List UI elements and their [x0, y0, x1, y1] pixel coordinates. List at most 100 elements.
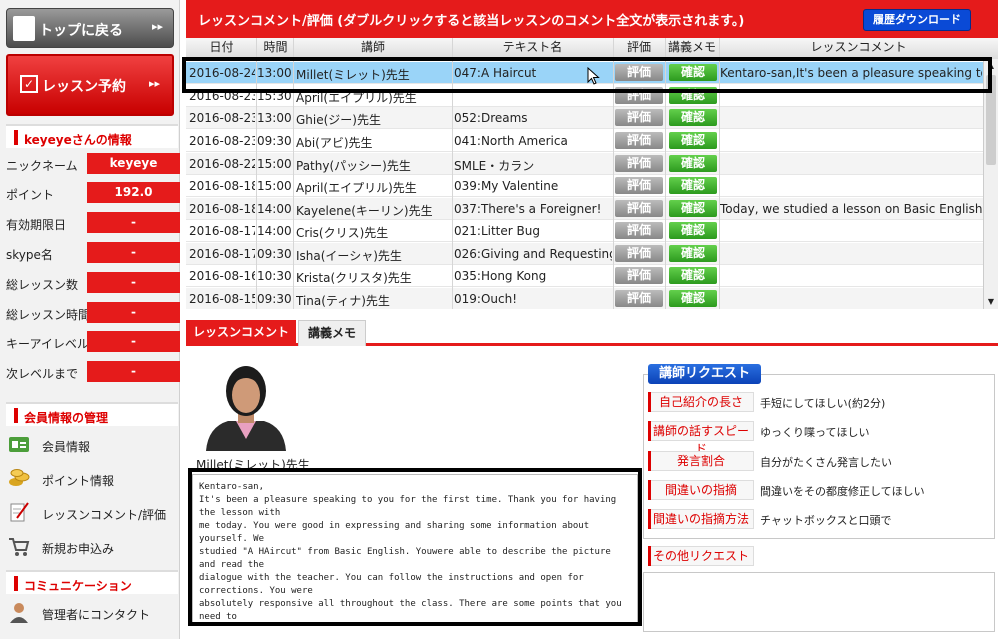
info-value: - — [87, 212, 180, 233]
info-row-expiry: 有効期限日 - — [6, 212, 180, 234]
lesson-reservation-button[interactable]: ✓ レッスン予約 ▸▸ — [6, 54, 174, 116]
nav-contact-admin[interactable]: 管理者にコンタクト — [6, 598, 178, 628]
tab-lecture-memo[interactable]: 講義メモ — [298, 320, 366, 346]
other-request-panel — [643, 572, 995, 632]
evaluate-button[interactable]: 評価 — [615, 267, 663, 284]
row-text: 019:Ouch! — [454, 292, 518, 306]
evaluate-button[interactable]: 評価 — [615, 290, 663, 307]
confirm-button[interactable]: 確認 — [669, 155, 717, 172]
scrollbar-thumb[interactable] — [986, 75, 996, 165]
confirm-button[interactable]: 確認 — [669, 245, 717, 262]
table-row[interactable]: 2016-08-17 09:30 Isha(イーシャ)先生 026:Giving an… — [186, 243, 983, 265]
row-time: 15:30 — [257, 89, 292, 103]
coins-icon — [9, 469, 30, 486]
confirm-button[interactable]: 確認 — [669, 222, 717, 239]
column-header-time[interactable]: 時間 — [257, 38, 294, 59]
column-header-teacher[interactable]: 講師 — [294, 38, 452, 59]
confirm-button[interactable]: 確認 — [669, 132, 717, 149]
row-date: 2016-08-23 — [189, 111, 255, 125]
request-value: ゆっくり喋ってほしい — [760, 426, 870, 439]
tab-lesson-comment[interactable]: レッスンコメント — [186, 320, 296, 346]
comment-tabs: レッスンコメント 講義メモ — [186, 320, 998, 346]
info-key: 次レベルまで — [6, 367, 79, 381]
nav-lesson-comment[interactable]: レッスンコメント/評価 — [6, 498, 178, 528]
confirm-button[interactable]: 確認 — [669, 290, 717, 307]
nav-new-application[interactable]: 新規お申込み — [6, 532, 178, 562]
column-header-comment[interactable]: レッスンコメント — [719, 38, 998, 59]
nav-point-info[interactable]: ポイント情報 — [6, 464, 178, 494]
mouse-cursor-icon — [587, 67, 600, 85]
column-header-memo[interactable]: 講義メモ — [665, 38, 719, 59]
pen-notepad-icon — [10, 502, 29, 522]
evaluate-button[interactable]: 評価 — [615, 222, 663, 239]
table-row[interactable]: 2016-08-18 15:00 April(エイプリル)先生 039:My Vale… — [186, 175, 983, 197]
request-row: 講師の話すスピード ゆっくり喋ってほしい — [648, 421, 988, 456]
double-arrow-icon: ▸▸ — [148, 77, 160, 90]
request-row: 間違いの指摘 間違いをその都度修正してほしい — [648, 480, 988, 502]
table-row[interactable]: 2016-08-23 09:30 Abi(アビ)先生 041:North Americ… — [186, 130, 983, 152]
row-date: 2016-08-18 — [189, 202, 255, 216]
confirm-button[interactable]: 確認 — [669, 200, 717, 217]
app-window: トップに戻る ▸▸ ✓ レッスン予約 ▸▸ keyeyeさんの情報 ニックネーム… — [0, 0, 1000, 639]
scroll-down-arrow-icon[interactable]: ▼ — [984, 295, 998, 309]
row-text: 037:There's a Foreigner! — [454, 202, 602, 216]
row-teacher: Cris(クリス)先生 — [296, 226, 389, 240]
confirm-button[interactable]: 確認 — [669, 267, 717, 284]
table-row[interactable]: 2016-08-15 09:30 Tina(ティナ)先生 019:Ouch! 評価 確認 — [186, 288, 983, 309]
row-date: 2016-08-15 — [189, 292, 255, 306]
evaluate-button[interactable]: 評価 — [615, 200, 663, 217]
request-row: 発言割合 自分がたくさん発言したい — [648, 451, 988, 473]
table-row[interactable]: 2016-08-24 13:00 Millet(ミレット)先生 047:A Hairc… — [186, 62, 983, 84]
info-value: - — [87, 361, 180, 382]
row-date: 2016-08-16 — [189, 269, 255, 283]
table-row[interactable]: 2016-08-22 15:00 Pathy(パッシー)先生 SMLE・カラン 評価確… — [186, 153, 983, 175]
row-time: 14:00 — [257, 202, 292, 216]
nav-label: 新規お申込み — [42, 542, 115, 556]
confirm-button[interactable]: 確認 — [669, 109, 717, 126]
main-panel: レッスンコメント/評価 (ダブルクリックすると該当レッスンのコメント全文が表示さ… — [186, 0, 1000, 639]
user-info-heading: keyeyeさんの情報 — [6, 124, 178, 148]
nav-label: 会員情報 — [42, 440, 91, 454]
evaluate-button[interactable]: 評価 — [615, 109, 663, 126]
info-row-points: ポイント 192.0 — [6, 182, 180, 204]
evaluate-button[interactable]: 評価 — [615, 132, 663, 149]
row-text: 021:Litter Bug — [454, 224, 540, 238]
info-value: - — [87, 331, 180, 352]
back-to-top-button[interactable]: トップに戻る ▸▸ — [6, 8, 174, 48]
evaluate-button[interactable]: 評価 — [615, 155, 663, 172]
confirm-button[interactable]: 確認 — [669, 64, 717, 81]
nav-member-info[interactable]: 会員情報 — [6, 430, 178, 460]
request-value: 間違いをその都度修正してほしい — [760, 485, 925, 498]
history-download-button[interactable]: 履歴ダウンロード — [863, 9, 971, 31]
row-time: 09:30 — [257, 247, 292, 261]
table-scrollbar[interactable]: ▲ ▼ — [983, 59, 998, 309]
row-text: 052:Dreams — [454, 111, 528, 125]
table-row[interactable]: 2016-08-23 15:30 April(エイプリル)先生 評価 確認 — [186, 85, 983, 107]
column-header-text[interactable]: テキスト名 — [452, 38, 613, 59]
confirm-button[interactable]: 確認 — [669, 177, 717, 194]
row-date: 2016-08-23 — [189, 89, 255, 103]
request-label: 間違いの指摘 — [648, 480, 754, 500]
column-header-evaluation[interactable]: 評価 — [613, 38, 665, 59]
row-teacher: Krista(クリスタ)先生 — [296, 271, 412, 285]
table-row[interactable]: 2016-08-17 14:00 Cris(クリス)先生 021:Litter Bug… — [186, 220, 983, 242]
column-header-date[interactable]: 日付 — [186, 38, 257, 59]
scroll-up-arrow-icon[interactable]: ▲ — [984, 59, 998, 73]
row-teacher: April(エイプリル)先生 — [296, 181, 417, 195]
evaluate-button[interactable]: 評価 — [615, 64, 663, 81]
evaluate-button[interactable]: 評価 — [615, 87, 663, 104]
row-text: 039:My Valentine — [454, 179, 559, 193]
table-row[interactable]: 2016-08-18 14:00 Kayelene(キーリン)先生 037:There… — [186, 198, 983, 220]
table-row[interactable]: 2016-08-23 13:00 Ghie(ジー)先生 052:Dreams 評価 確認 — [186, 107, 983, 129]
column-divider — [719, 38, 720, 309]
request-value: 自分がたくさん発言したい — [760, 456, 892, 469]
row-teacher: April(エイプリル)先生 — [296, 91, 417, 105]
nav-label: 管理者にコンタクト — [42, 608, 151, 622]
person-icon — [10, 603, 28, 623]
evaluate-button[interactable]: 評価 — [615, 245, 663, 262]
double-arrow-icon: ▸▸ — [151, 20, 163, 33]
evaluate-button[interactable]: 評価 — [615, 177, 663, 194]
table-row[interactable]: 2016-08-16 10:30 Krista(クリスタ)先生 035:Hong Ko… — [186, 265, 983, 287]
communication-heading: コミュニケーション — [6, 570, 178, 594]
confirm-button[interactable]: 確認 — [669, 87, 717, 104]
